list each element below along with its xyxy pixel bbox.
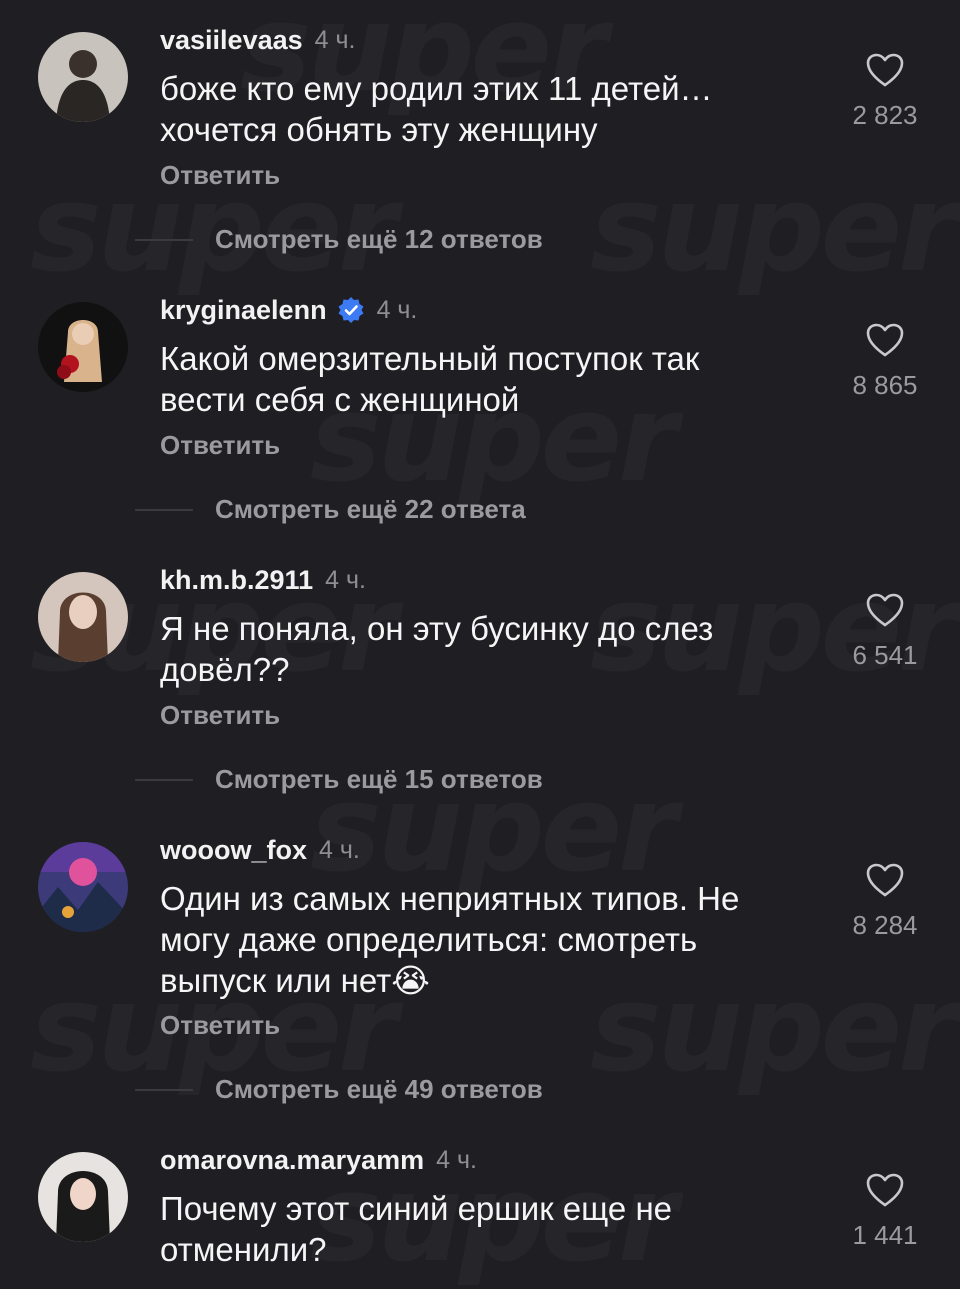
reply-button[interactable]: Ответить xyxy=(160,430,280,461)
timestamp: 4 ч. xyxy=(314,25,356,54)
comment-text-line: боже кто ему родил этих 11 детей… xyxy=(160,70,713,107)
heart-outline-icon[interactable] xyxy=(865,322,905,358)
comment-item: wooow_fox 4 ч. Один из самых неприятных … xyxy=(0,810,960,1120)
comment-text-line: хочется обнять эту женщину xyxy=(160,111,598,148)
timestamp: 4 ч. xyxy=(319,835,360,864)
username[interactable]: omarovna.maryamm xyxy=(160,1145,424,1176)
timestamp: 4 ч. xyxy=(376,295,418,324)
comment-text: боже кто ему родил этих 11 детей… хочетс… xyxy=(160,68,800,150)
reply-button[interactable]: Ответить xyxy=(160,160,280,191)
avatar[interactable] xyxy=(38,32,128,122)
like-count: 8 865 xyxy=(852,370,918,400)
comment-text-line: Какой омерзительный поступок так xyxy=(160,340,700,377)
like-control: 8 284 xyxy=(840,862,930,941)
view-more-replies-label: Смотреть ещё 49 ответов xyxy=(215,1074,543,1104)
view-more-replies[interactable]: Смотреть ещё 15 ответов xyxy=(135,764,543,795)
comment-text: Почему этот синий ершик еще не отменили? xyxy=(160,1188,800,1270)
view-more-replies-label: Смотреть ещё 12 ответов xyxy=(215,224,543,254)
avatar[interactable] xyxy=(38,572,128,662)
comment-header: wooow_fox 4 ч. xyxy=(160,832,360,868)
username[interactable]: vasiilevaas xyxy=(160,25,303,56)
view-more-replies[interactable]: Смотреть ещё 49 ответов xyxy=(135,1074,543,1105)
comment-item: kh.m.b.2911 4 ч. Я не поняла, он эту бус… xyxy=(0,540,960,810)
username[interactable]: kryginaelenn xyxy=(160,295,327,326)
comment-text-line: выпуск или нет😭 xyxy=(160,962,430,999)
avatar[interactable] xyxy=(38,842,128,932)
heart-outline-icon[interactable] xyxy=(865,592,905,628)
divider-line xyxy=(135,508,193,511)
comment-text-line: Один из самых неприятных типов. Не xyxy=(160,880,740,917)
reply-button[interactable]: Ответить xyxy=(160,700,280,731)
comment-text-line: Я не поняла, он эту бусинку до слез xyxy=(160,610,714,647)
view-more-replies-label: Смотреть ещё 22 ответа xyxy=(215,494,526,524)
like-control: 2 823 xyxy=(840,52,930,131)
comment-item: vasiilevaas 4 ч. боже кто ему родил этих… xyxy=(0,0,960,270)
comment-header: vasiilevaas 4 ч. xyxy=(160,22,355,58)
comment-header: kh.m.b.2911 4 ч. xyxy=(160,562,366,598)
comment-text-line: довёл?? xyxy=(160,651,290,688)
like-count: 8 284 xyxy=(852,910,918,940)
like-control: 6 541 xyxy=(840,592,930,671)
divider-line xyxy=(135,238,193,241)
view-more-replies[interactable]: Смотреть ещё 22 ответа xyxy=(135,494,526,525)
comment-text-line: Почему этот синий ершик еще не xyxy=(160,1190,673,1227)
like-count: 1 441 xyxy=(852,1220,918,1250)
username[interactable]: wooow_fox xyxy=(160,835,307,866)
divider-line xyxy=(135,1088,193,1091)
timestamp: 4 ч. xyxy=(325,565,366,594)
avatar[interactable] xyxy=(38,302,128,392)
comment-text-line: могу даже определиться: смотреть xyxy=(160,921,698,958)
verified-badge-icon xyxy=(338,297,364,323)
comment-header: kryginaelenn 4 ч. xyxy=(160,292,417,328)
heart-outline-icon[interactable] xyxy=(865,1172,905,1208)
username[interactable]: kh.m.b.2911 xyxy=(160,565,313,596)
comment-text: Один из самых неприятных типов. Не могу … xyxy=(160,878,800,1001)
comment-text: Я не поняла, он эту бусинку до слез довё… xyxy=(160,608,800,690)
like-count: 6 541 xyxy=(852,640,918,670)
avatar[interactable] xyxy=(38,1152,128,1242)
comment-text-line: вести себя с женщиной xyxy=(160,381,520,418)
heart-outline-icon[interactable] xyxy=(865,862,905,898)
heart-outline-icon[interactable] xyxy=(865,52,905,88)
like-control: 8 865 xyxy=(840,322,930,401)
comment-item: kryginaelenn 4 ч. Какой омерзительный по… xyxy=(0,270,960,540)
comment-text: Какой омерзительный поступок так вести с… xyxy=(160,338,800,420)
view-more-replies[interactable]: Смотреть ещё 12 ответов xyxy=(135,224,543,255)
comment-text-line: отменили? xyxy=(160,1231,327,1268)
view-more-replies-label: Смотреть ещё 15 ответов xyxy=(215,764,543,794)
like-count: 2 823 xyxy=(852,100,918,130)
reply-button[interactable]: Ответить xyxy=(160,1010,280,1041)
comments-list: vasiilevaas 4 ч. боже кто ему родил этих… xyxy=(0,0,960,1280)
timestamp: 4 ч. xyxy=(436,1145,477,1174)
comment-header: omarovna.maryamm 4 ч. xyxy=(160,1142,477,1178)
like-control: 1 441 xyxy=(840,1172,930,1251)
comment-item: omarovna.maryamm 4 ч. Почему этот синий … xyxy=(0,1120,960,1280)
divider-line xyxy=(135,778,193,781)
